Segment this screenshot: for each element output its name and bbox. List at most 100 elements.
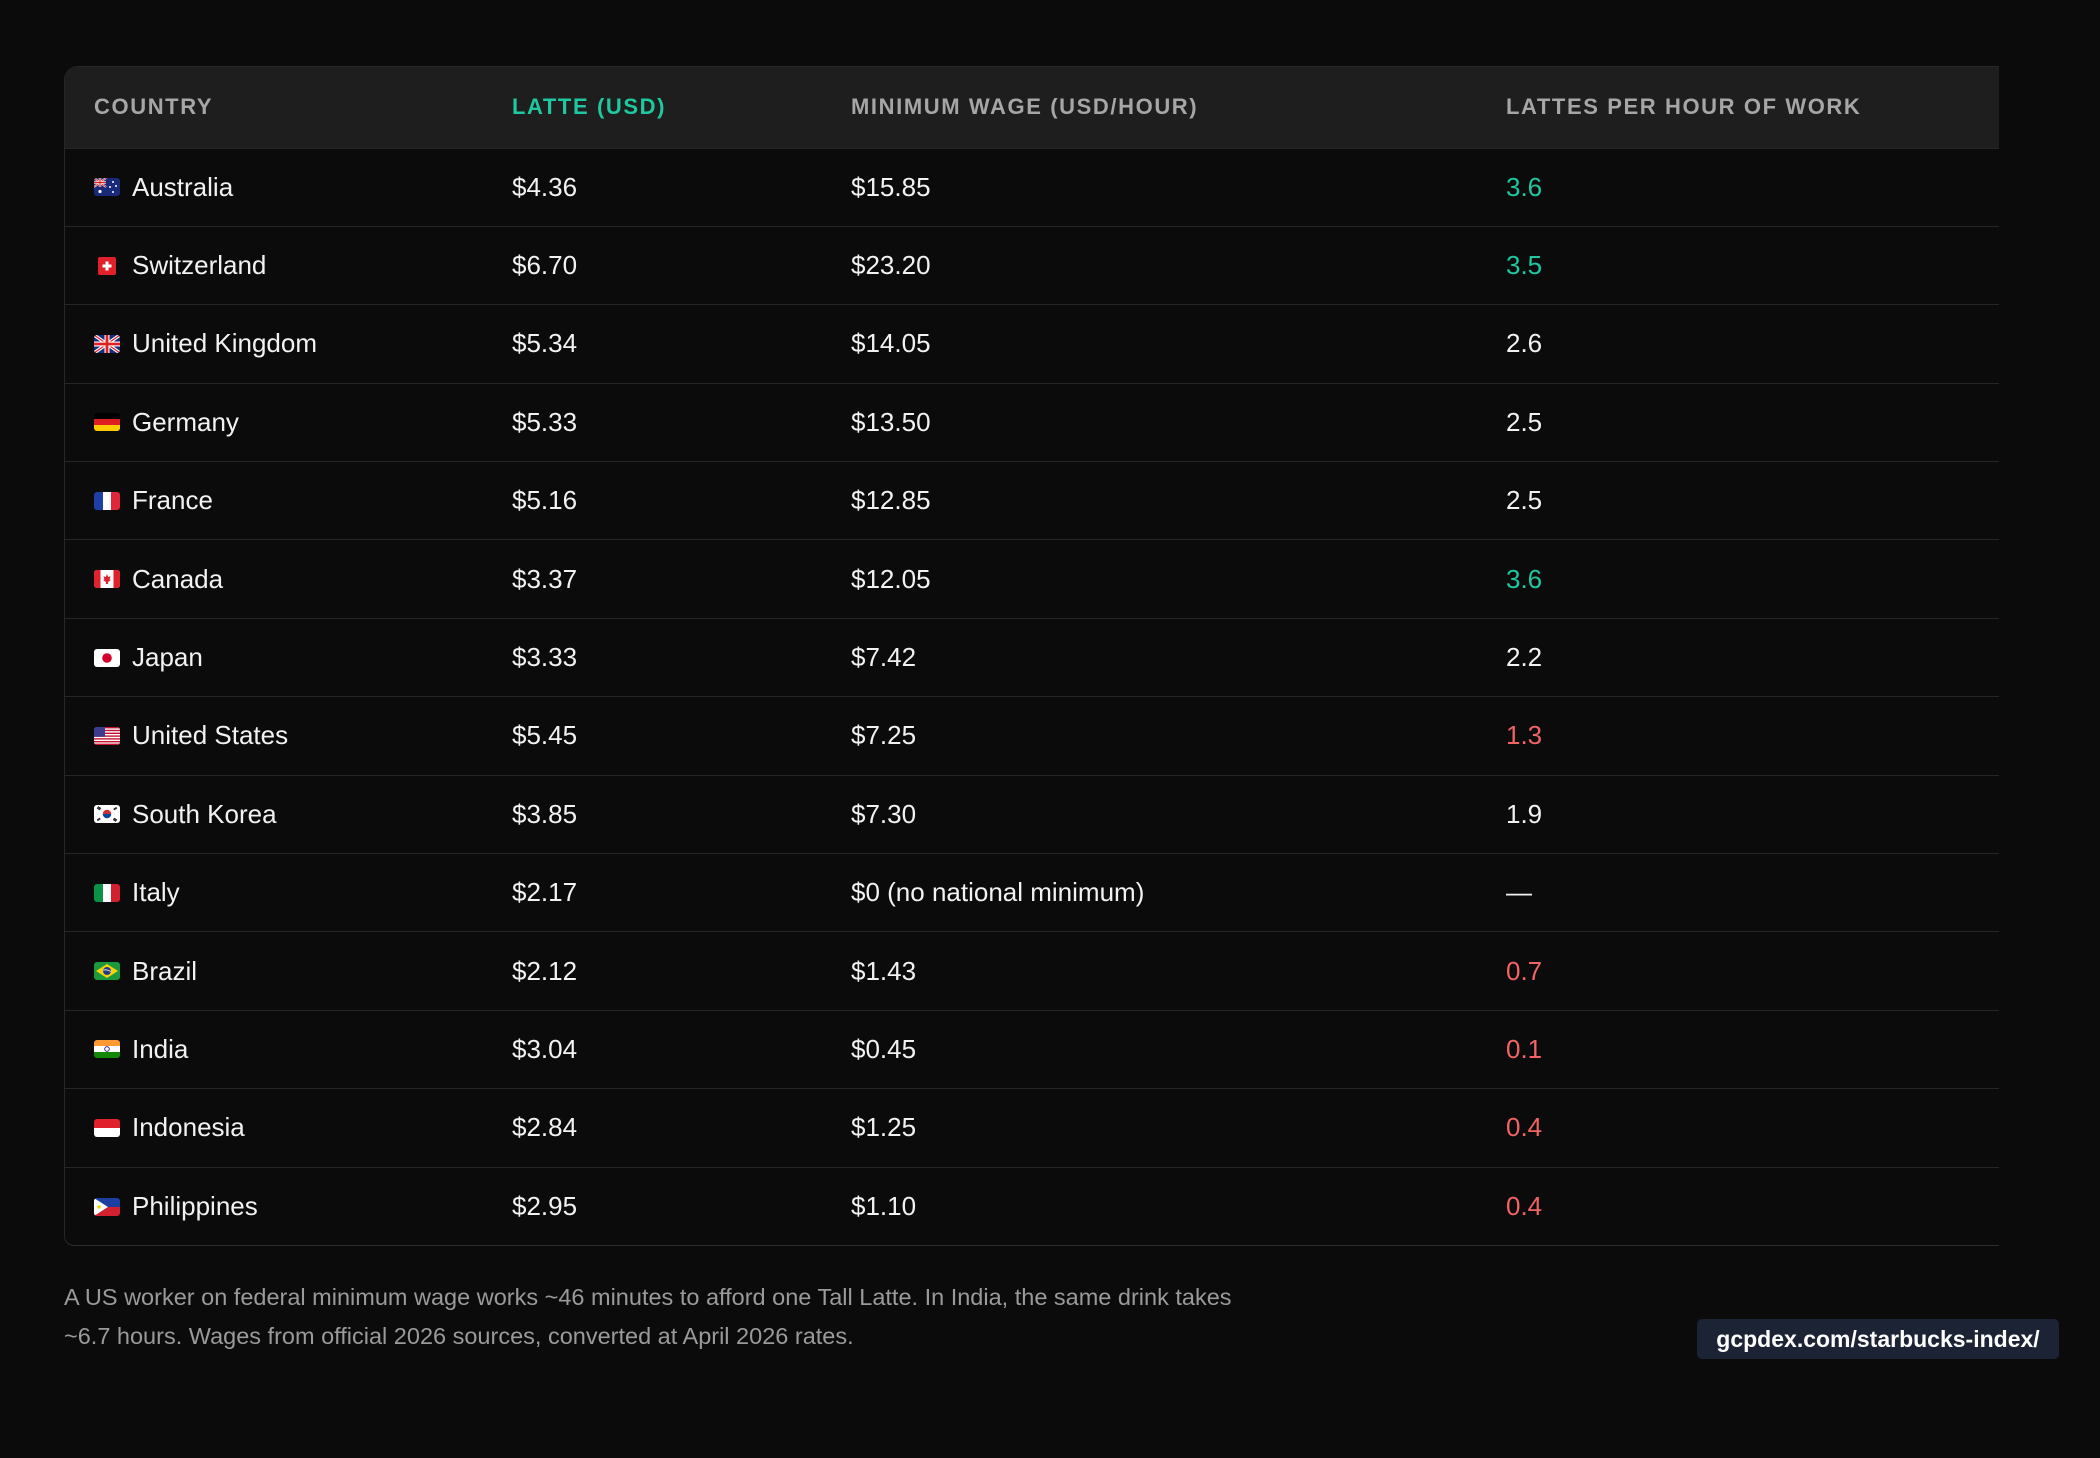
table-row[interactable]: Switzerland $6.70 $23.20 3.5	[65, 226, 1999, 304]
footnote-line-1: A US worker on federal minimum wage work…	[64, 1284, 1232, 1310]
latte-price-cell: $3.85	[512, 798, 578, 829]
india-flag-icon	[94, 1040, 120, 1059]
lattes-per-hour-cell: 3.5	[1506, 250, 1543, 281]
country-cell-content: United Kingdom	[94, 328, 512, 359]
table-row[interactable]: South Korea $3.85 $7.30 1.9	[65, 775, 1999, 853]
lattes-per-hour-cell: 0.4	[1506, 1191, 1543, 1222]
lattes-per-hour-cell: 0.1	[1506, 1033, 1543, 1064]
country-cell-content: France	[94, 485, 512, 516]
country-cell: Japan	[65, 618, 512, 696]
country-cell: United States	[65, 697, 512, 775]
lattes-per-hour-cell: —	[1506, 877, 1532, 908]
table-row[interactable]: France $5.16 $12.85 2.5	[65, 461, 1999, 540]
table-row[interactable]: Philippines $2.95 $1.10 0.4	[65, 1167, 1999, 1245]
minimum-wage-cell: $7.30	[851, 798, 917, 829]
table-row[interactable]: United Kingdom $5.34 $14.05 2.6	[65, 304, 1999, 383]
country-cell: France	[65, 462, 512, 540]
brazil-flag-icon	[94, 962, 120, 981]
latte-price-cell: $3.37	[512, 563, 578, 594]
minimum-wage-cell: $7.25	[851, 720, 917, 751]
column-header-country[interactable]: COUNTRY	[65, 67, 512, 148]
comparison-table: COUNTRY LATTE (USD) MINIMUM WAGE (USD/HO…	[64, 66, 1999, 1247]
country-cell: Germany	[65, 383, 512, 461]
latte-price-cell: $5.45	[512, 720, 578, 751]
latte-price-cell: $3.33	[512, 642, 578, 673]
germany-flag-icon	[94, 413, 120, 432]
minimum-wage-cell: $7.42	[851, 642, 917, 673]
country-cell: South Korea	[65, 775, 512, 853]
country-cell: Brazil	[65, 932, 512, 1010]
table-row[interactable]: Japan $3.33 $7.42 2.2	[65, 618, 1999, 696]
country-cell: Canada	[65, 540, 512, 618]
lattes-per-hour-cell: 2.2	[1506, 642, 1543, 673]
latte-price-cell: $5.16	[512, 485, 578, 516]
column-header-lattes-per-hour[interactable]: LATTES PER HOUR OF WORK	[1506, 67, 1999, 148]
country-cell: Philippines	[65, 1167, 512, 1245]
latte-price-cell: $2.84	[512, 1112, 578, 1143]
south-korea-flag-icon	[94, 805, 120, 824]
column-header-minimum-wage[interactable]: MINIMUM WAGE (USD/HOUR)	[851, 67, 1506, 148]
country-cell: Italy	[65, 854, 512, 932]
minimum-wage-cell: $1.10	[851, 1191, 917, 1222]
latte-price-cell: $6.70	[512, 250, 578, 281]
latte-price-cell: $2.17	[512, 877, 578, 908]
lattes-per-hour-cell: 1.9	[1506, 798, 1543, 829]
country-name: United States	[132, 720, 289, 751]
country-cell-content: Philippines	[94, 1191, 512, 1222]
country-name: South Korea	[132, 798, 277, 829]
united-kingdom-flag-icon	[94, 334, 120, 353]
source-url-badge[interactable]: gcpdex.com/starbucks-index/	[1697, 1319, 2059, 1359]
philippines-flag-icon	[94, 1197, 120, 1216]
country-cell-content: Switzerland	[94, 250, 512, 281]
minimum-wage-cell: $23.20	[851, 250, 931, 281]
column-header-latte[interactable]: LATTE (USD)	[512, 67, 851, 148]
country-cell-content: Indonesia	[94, 1112, 512, 1143]
country-cell-content: Brazil	[94, 956, 512, 987]
country-cell: United Kingdom	[65, 305, 512, 383]
lattes-per-hour-cell: 1.3	[1506, 720, 1543, 751]
minimum-wage-cell: $0 (no national minimum)	[851, 877, 1145, 908]
indonesia-flag-icon	[94, 1118, 120, 1137]
country-cell: Australia	[65, 148, 512, 226]
country-name: Germany	[132, 406, 239, 437]
footnote: A US worker on federal minimum wage work…	[64, 1278, 1364, 1356]
minimum-wage-cell: $0.45	[851, 1033, 917, 1064]
lattes-per-hour-cell: 3.6	[1506, 171, 1543, 202]
table-row[interactable]: India $3.04 $0.45 0.1	[65, 1010, 1999, 1088]
canada-flag-icon	[94, 570, 120, 589]
table-header: COUNTRY LATTE (USD) MINIMUM WAGE (USD/HO…	[65, 67, 1999, 148]
country-name: India	[132, 1033, 189, 1064]
country-cell-content: Italy	[94, 877, 512, 908]
table-row[interactable]: Australia $4.36 $15.85 3.6	[65, 148, 1999, 226]
country-name: Australia	[132, 171, 234, 202]
country-cell: Switzerland	[65, 226, 512, 304]
country-name: Japan	[132, 642, 203, 673]
minimum-wage-cell: $12.05	[851, 563, 931, 594]
lattes-per-hour-cell: 3.6	[1506, 563, 1543, 594]
table-row[interactable]: United States $5.45 $7.25 1.3	[65, 696, 1999, 775]
australia-flag-icon	[94, 178, 120, 197]
table-row[interactable]: Brazil $2.12 $1.43 0.7	[65, 931, 1999, 1010]
country-name: Brazil	[132, 955, 198, 986]
country-name: Italy	[132, 877, 180, 908]
lattes-per-hour-cell: 0.7	[1506, 955, 1543, 986]
country-name: Canada	[132, 563, 224, 594]
united-states-flag-icon	[94, 726, 120, 745]
table-row[interactable]: Canada $3.37 $12.05 3.6	[65, 539, 1999, 618]
minimum-wage-cell: $12.85	[851, 485, 931, 516]
table-row[interactable]: Germany $5.33 $13.50 2.5	[65, 383, 1999, 461]
country-name: Philippines	[132, 1191, 258, 1222]
country-cell-content: Germany	[94, 407, 512, 438]
lattes-per-hour-cell: 0.4	[1506, 1112, 1543, 1143]
table-row[interactable]: Indonesia $2.84 $1.25 0.4	[65, 1088, 1999, 1167]
header-row: COUNTRY LATTE (USD) MINIMUM WAGE (USD/HO…	[65, 67, 1999, 148]
minimum-wage-cell: $1.25	[851, 1112, 917, 1143]
minimum-wage-cell: $14.05	[851, 328, 931, 359]
latte-wage-table: COUNTRY LATTE (USD) MINIMUM WAGE (USD/HO…	[65, 67, 1999, 1245]
minimum-wage-cell: $13.50	[851, 406, 931, 437]
latte-price-cell: $2.95	[512, 1191, 578, 1222]
table-row[interactable]: Italy $2.17 $0 (no national minimum) —	[65, 853, 1999, 932]
italy-flag-icon	[94, 883, 120, 902]
country-cell-content: Australia	[94, 172, 512, 203]
country-name: Indonesia	[132, 1112, 245, 1143]
